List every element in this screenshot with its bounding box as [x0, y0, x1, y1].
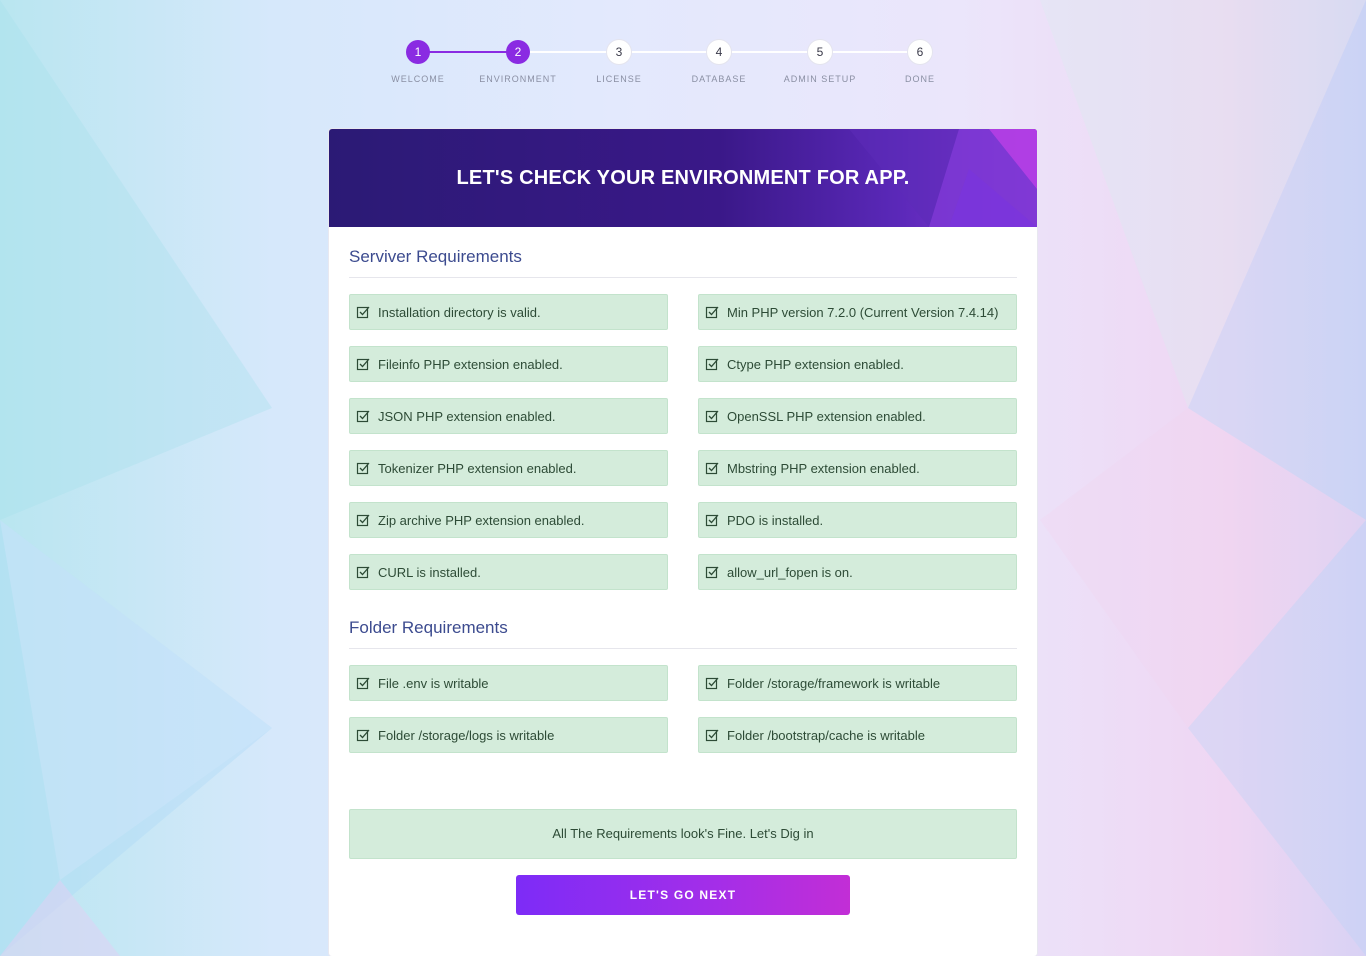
progress-stepper: 1 WELCOME 2 ENVIRONMENT 3 LICENSE 4 DATA…: [378, 40, 970, 100]
requirement-item: Fileinfo PHP extension enabled.: [349, 346, 668, 382]
requirement-item: Folder /storage/logs is writable: [349, 717, 668, 753]
step-environment[interactable]: 2 ENVIRONMENT: [468, 40, 568, 84]
step-admin-setup[interactable]: 5 ADMIN SETUP: [770, 40, 870, 84]
requirement-item: PDO is installed.: [698, 502, 1017, 538]
checked-box-icon: [356, 410, 370, 423]
server-requirements-title: Serviver Requirements: [349, 227, 1017, 278]
requirement-item: OpenSSL PHP extension enabled.: [698, 398, 1017, 434]
requirement-item: Folder /storage/framework is writable: [698, 665, 1017, 701]
checked-box-icon: [705, 677, 719, 690]
step-label: DATABASE: [691, 74, 747, 84]
step-welcome[interactable]: 1 WELCOME: [368, 40, 468, 84]
requirement-item: CURL is installed.: [349, 554, 668, 590]
requirement-label: Zip archive PHP extension enabled.: [378, 512, 585, 528]
requirement-label: Mbstring PHP extension enabled.: [727, 460, 920, 476]
checked-box-icon: [705, 410, 719, 423]
step-database[interactable]: 4 DATABASE: [669, 40, 769, 84]
requirement-item: Zip archive PHP extension enabled.: [349, 502, 668, 538]
requirement-label: Folder /storage/framework is writable: [727, 675, 941, 691]
card-header: LET'S CHECK YOUR ENVIRONMENT FOR APP.: [329, 129, 1037, 227]
step-number: 6: [908, 40, 932, 64]
requirement-item: File .env is writable: [349, 665, 668, 701]
step-number: 2: [506, 40, 530, 64]
next-button[interactable]: LET'S GO NEXT: [516, 875, 850, 915]
checked-box-icon: [705, 462, 719, 475]
requirement-label: Ctype PHP extension enabled.: [727, 356, 904, 372]
requirement-label: Min PHP version 7.2.0 (Current Version 7…: [727, 304, 999, 320]
requirement-label: Folder /bootstrap/cache is writable: [727, 727, 925, 743]
step-number: 1: [406, 40, 430, 64]
step-number: 5: [808, 40, 832, 64]
requirement-label: File .env is writable: [378, 675, 489, 691]
server-requirements-list: Installation directory is valid. Min PHP…: [349, 294, 1017, 590]
checked-box-icon: [705, 566, 719, 579]
checked-box-icon: [705, 358, 719, 371]
folder-requirements-title: Folder Requirements: [349, 604, 1017, 649]
step-label: WELCOME: [391, 74, 445, 84]
requirement-item: allow_url_fopen is on.: [698, 554, 1017, 590]
checked-box-icon: [356, 462, 370, 475]
step-label: ADMIN SETUP: [783, 74, 857, 84]
requirement-label: Installation directory is valid.: [378, 304, 541, 320]
checked-box-icon: [356, 677, 370, 690]
requirement-item: Mbstring PHP extension enabled.: [698, 450, 1017, 486]
requirement-label: PDO is installed.: [727, 512, 824, 528]
step-number: 4: [707, 40, 731, 64]
status-message: All The Requirements look's Fine. Let's …: [349, 809, 1017, 859]
step-number: 3: [607, 40, 631, 64]
step-label: DONE: [904, 74, 935, 84]
requirement-label: Folder /storage/logs is writable: [378, 727, 555, 743]
requirement-label: CURL is installed.: [378, 564, 481, 580]
step-label: LICENSE: [596, 74, 642, 84]
checked-box-icon: [356, 514, 370, 527]
checked-box-icon: [356, 358, 370, 371]
checked-box-icon: [356, 306, 370, 319]
requirement-label: OpenSSL PHP extension enabled.: [727, 408, 926, 424]
requirement-item: JSON PHP extension enabled.: [349, 398, 668, 434]
requirement-label: JSON PHP extension enabled.: [378, 408, 556, 424]
checked-box-icon: [356, 566, 370, 579]
environment-check-card: LET'S CHECK YOUR ENVIRONMENT FOR APP. Se…: [329, 129, 1037, 956]
checked-box-icon: [705, 306, 719, 319]
folder-requirements-list: File .env is writable Folder /storage/fr…: [349, 665, 1017, 753]
requirement-label: Fileinfo PHP extension enabled.: [378, 356, 563, 372]
step-done[interactable]: 6 DONE: [870, 40, 970, 84]
requirement-item: Installation directory is valid.: [349, 294, 668, 330]
step-label: ENVIRONMENT: [479, 74, 557, 84]
checked-box-icon: [356, 729, 370, 742]
requirement-item: Min PHP version 7.2.0 (Current Version 7…: [698, 294, 1017, 330]
requirement-item: Folder /bootstrap/cache is writable: [698, 717, 1017, 753]
requirement-label: allow_url_fopen is on.: [727, 564, 853, 580]
checked-box-icon: [705, 729, 719, 742]
page-title: LET'S CHECK YOUR ENVIRONMENT FOR APP.: [456, 167, 910, 189]
requirement-item: Tokenizer PHP extension enabled.: [349, 450, 668, 486]
requirement-label: Tokenizer PHP extension enabled.: [378, 460, 577, 476]
requirement-item: Ctype PHP extension enabled.: [698, 346, 1017, 382]
checked-box-icon: [705, 514, 719, 527]
step-license[interactable]: 3 LICENSE: [569, 40, 669, 84]
